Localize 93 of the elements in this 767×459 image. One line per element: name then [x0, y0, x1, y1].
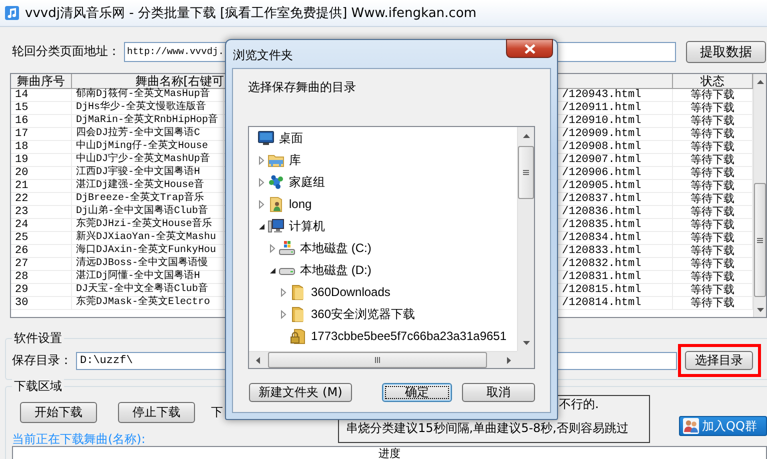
- status-label: 当前正在下载舞曲(名称):: [12, 433, 146, 445]
- scroll-thumb[interactable]: [754, 183, 766, 297]
- table-cell: 郁南Dj筱何-全英文MasHup音: [72, 89, 224, 101]
- library-folder-icon: [268, 152, 284, 168]
- table-cell: 28: [11, 271, 72, 283]
- table-cell: 21: [11, 180, 72, 192]
- dialog-prompt: 选择保存舞曲的目录: [247, 80, 356, 94]
- table-cell: 江西DJ宇骏-全中文国粤语H: [72, 167, 224, 179]
- table-cell: DJ天宝-全中文全粤语Club音: [72, 284, 224, 296]
- tree-item[interactable]: long: [249, 193, 517, 215]
- column-header: 舞曲名称[右键可: [134, 74, 224, 88]
- tree-item[interactable]: 家庭组: [249, 171, 517, 193]
- drive-icon: [279, 240, 295, 256]
- user-folder-icon: [268, 196, 284, 212]
- tree-item[interactable]: 计算机: [249, 215, 517, 237]
- tree-item[interactable]: 本地磁盘 (D:): [249, 259, 517, 281]
- choose-folder-button[interactable]: 选择目录: [685, 351, 753, 370]
- column-header: 舞曲序号: [11, 74, 72, 88]
- table-cell: DjMaRin-全英文RnbHipHop音: [72, 115, 224, 127]
- table-cell: 湛江Dj阿懂-全中文国粤语H: [72, 271, 224, 283]
- table-cell: 湛江Dj建强-全英文House音: [72, 180, 224, 192]
- table-cell: 新兴DJXiaoYan-全英文Mashu: [72, 232, 224, 244]
- table-cell: 23: [11, 206, 72, 218]
- ok-button[interactable]: 确定: [382, 383, 452, 402]
- people-icon: [683, 418, 699, 434]
- folder-icon: [290, 306, 306, 322]
- caret-down-icon: [756, 308, 764, 312]
- table-cell: 中山DjMing仔-全英文House: [72, 141, 224, 153]
- caret-left-icon: [256, 356, 260, 364]
- caret-up-icon: [522, 134, 530, 138]
- start-download-button[interactable]: 开始下载: [20, 402, 97, 423]
- notice-text: 串烧分类建议15秒间隔,单曲建议5-8秒,否则容易跳过: [345, 421, 628, 435]
- table-cell: 29: [11, 284, 72, 296]
- field-label: 保存目录：: [12, 352, 73, 369]
- field-label: 轮回分类页面地址：: [12, 43, 121, 60]
- table-cell: Dj山弟-全中文国粤语Club音: [72, 206, 224, 218]
- fetch-data-button[interactable]: 提取数据: [686, 40, 766, 62]
- grip-icon: [375, 357, 380, 363]
- cancel-button[interactable]: 取消: [462, 383, 535, 402]
- table-cell: 17: [11, 128, 72, 140]
- table-cell: 海口DJAxin-全英文FunkyHou: [72, 245, 224, 257]
- scroll-thumb[interactable]: [268, 352, 487, 368]
- notice-text: 不行的.: [558, 396, 599, 411]
- join-group-button[interactable]: 加入QQ群: [679, 416, 767, 436]
- table-cell: 东莞DJMask-全英文Electro: [72, 297, 224, 309]
- locked-folder-icon: [290, 328, 306, 344]
- tree-item[interactable]: 本地磁盘 (C:): [249, 237, 517, 259]
- homegroup-icon: [268, 174, 284, 190]
- table-cell: 中山DJ宁少-全英文MashUp音: [72, 154, 224, 166]
- tree-item[interactable]: 1773cbbe5bee5f7c66ba23a31a9651: [249, 325, 517, 347]
- table-cell: DjBreeze-全英文Trap音乐: [72, 193, 224, 205]
- caret-right-icon: [506, 356, 510, 364]
- caret-up-icon: [756, 80, 764, 84]
- expand-arrow-icon[interactable]: [258, 222, 265, 230]
- tree-item[interactable]: 桌面: [249, 127, 517, 149]
- expand-arrow-icon[interactable]: [269, 266, 276, 274]
- scroll-thumb[interactable]: [518, 146, 534, 199]
- table-cell: 19: [11, 154, 72, 166]
- window-title: vvvdj清风音乐网 - 分类批量下载 [疯看工作室免费提供] Www.ifengkan.com: [25, 5, 476, 22]
- dialog-title: 浏览文件夹: [232, 47, 293, 64]
- group-title: 下载区域: [12, 379, 64, 393]
- column-header: 进度: [378, 447, 400, 459]
- table-cell: 18: [11, 141, 72, 153]
- computer-icon: [268, 218, 284, 234]
- table-cell: 26: [11, 245, 72, 257]
- table-cell: 27: [11, 258, 72, 270]
- table-cell: 四会DJ拉芳-全中文国粤语C: [72, 128, 224, 140]
- grip-icon: [757, 238, 763, 242]
- caret-down-icon: [522, 340, 530, 344]
- tree-item[interactable]: 360Downloads: [249, 281, 517, 303]
- table-cell: 东莞DJHzi-全英文House音乐: [72, 219, 224, 231]
- group-title: 软件设置: [12, 331, 64, 345]
- new-folder-button[interactable]: 新建文件夹 (M): [249, 383, 352, 402]
- close-button[interactable]: [506, 39, 553, 58]
- table-cell: 15: [11, 102, 72, 114]
- table-cell: 14: [11, 89, 72, 101]
- grip-icon: [523, 170, 529, 175]
- music-note-icon: [4, 5, 20, 21]
- folder-icon: [290, 284, 306, 300]
- table-cell: 30: [11, 297, 72, 309]
- tree-item[interactable]: 库: [249, 149, 517, 171]
- table-cell: 24: [11, 219, 72, 231]
- table-cell: 25: [11, 232, 72, 244]
- table-cell: 16: [11, 115, 72, 127]
- stop-download-button[interactable]: 停止下载: [118, 402, 195, 423]
- monitor-icon: [258, 130, 274, 146]
- tree-item[interactable]: 360安全浏览器下载: [249, 303, 517, 325]
- label-text: 下: [211, 404, 223, 421]
- close-icon: [524, 44, 536, 54]
- table-cell: 20: [11, 167, 72, 179]
- table-cell: 22: [11, 193, 72, 205]
- table-cell: DjHs华少-全英文慢歌连版音: [72, 102, 224, 114]
- table-cell: 清远DJBoss-全中文国粤语慢: [72, 258, 224, 270]
